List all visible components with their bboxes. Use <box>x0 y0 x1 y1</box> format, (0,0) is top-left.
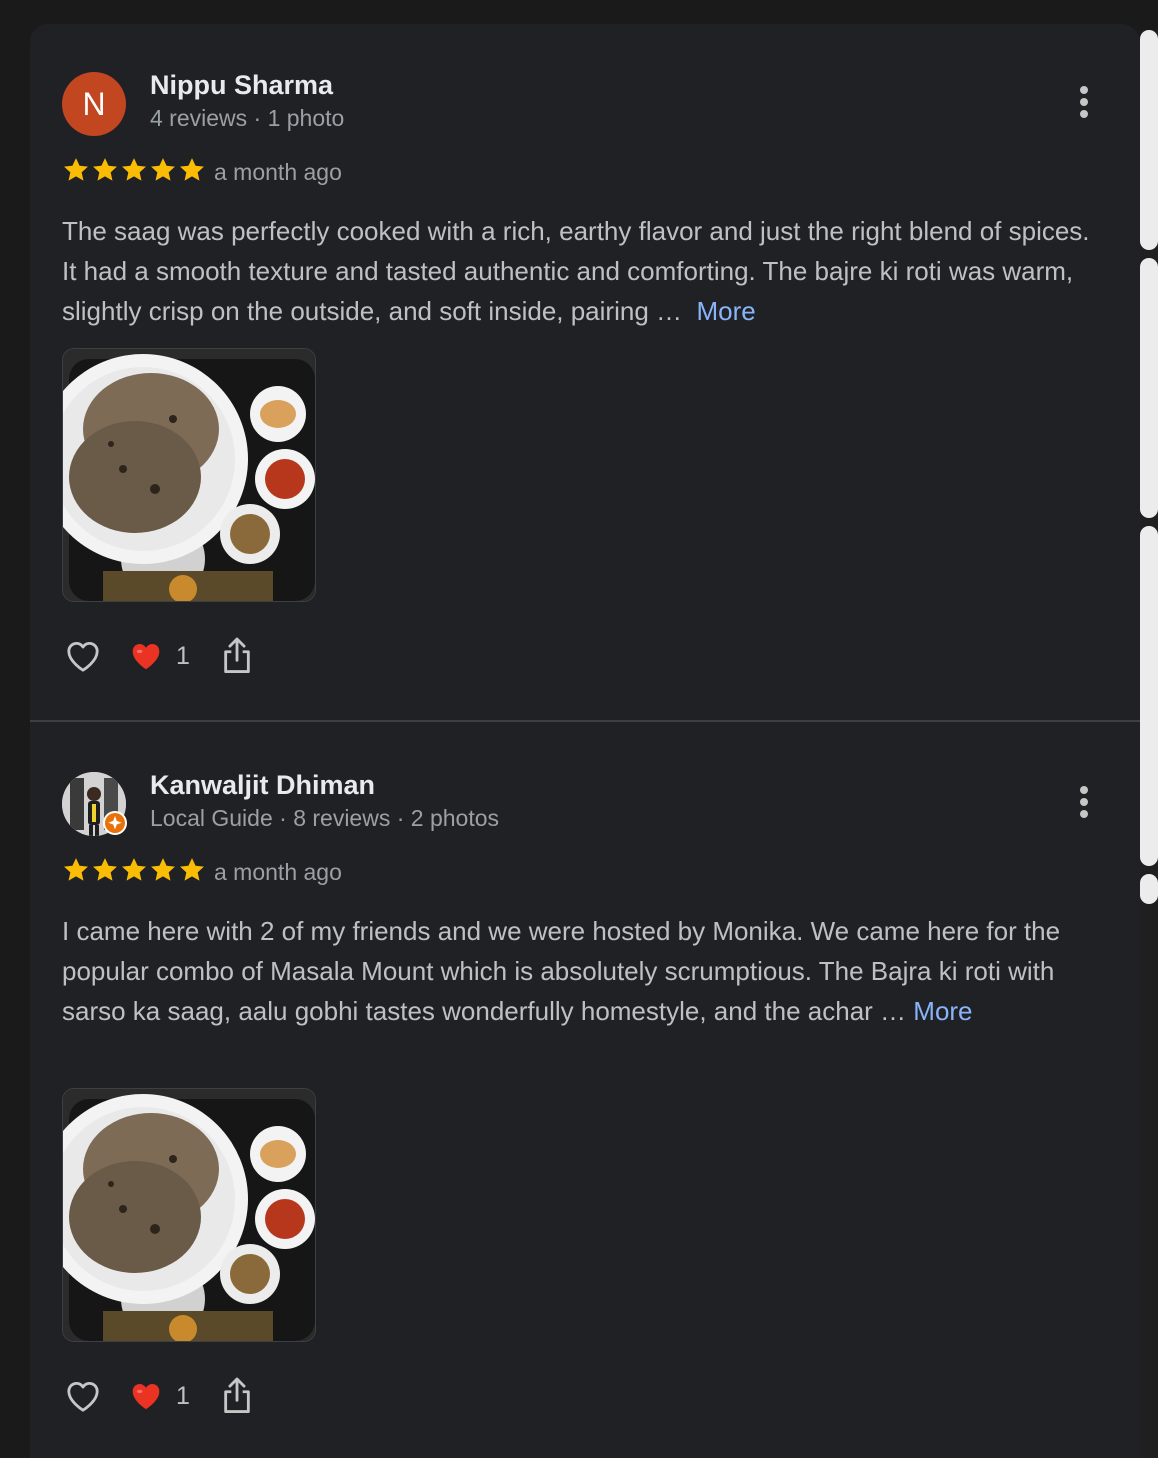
review-date: a month ago <box>214 859 342 885</box>
local-guide-star-icon <box>103 811 127 835</box>
review-actions: 1 <box>62 1374 254 1418</box>
like-button[interactable] <box>62 636 104 676</box>
red-heart-icon <box>132 1384 160 1410</box>
review-photo[interactable] <box>62 348 316 602</box>
star-rating <box>62 856 206 886</box>
more-link[interactable]: More <box>913 996 972 1026</box>
star-icon <box>151 158 175 181</box>
review-text: The saag was perfectly cooked with a ric… <box>62 211 1108 331</box>
reaction-button[interactable]: 1 <box>128 1379 190 1413</box>
scrollbar[interactable] <box>1140 30 1158 1458</box>
star-icon <box>180 858 204 881</box>
star-icon <box>122 158 146 181</box>
reviewer-name[interactable]: Kanwaljit Dhiman <box>150 770 375 801</box>
reviewer-meta: Local Guide · 8 reviews · 2 photos <box>150 805 500 831</box>
share-icon <box>224 637 250 673</box>
star-icon <box>93 858 117 881</box>
reviewer-meta: 4 reviews · 1 photo <box>150 105 345 131</box>
scrollbar-segment <box>1140 526 1158 866</box>
heart-outline-icon <box>67 1382 99 1412</box>
avatar[interactable] <box>62 772 127 836</box>
review-actions: 1 <box>62 634 254 678</box>
divider <box>30 720 1140 722</box>
scrollbar-segment <box>1140 874 1158 904</box>
more-vert-icon[interactable] <box>1068 82 1100 122</box>
review-photo[interactable] <box>62 1088 316 1342</box>
star-icon <box>64 158 88 181</box>
review-text: I came here with 2 of my friends and we … <box>62 911 1108 1031</box>
avatar[interactable]: N <box>62 72 126 136</box>
star-icon <box>151 858 175 881</box>
more-vert-icon[interactable] <box>1068 782 1100 822</box>
reaction-count: 1 <box>176 641 190 670</box>
share-button[interactable] <box>220 636 254 676</box>
review-text-body: I came here with 2 of my friends and we … <box>62 916 1061 1026</box>
star-icon <box>93 158 117 181</box>
share-icon <box>224 1377 250 1414</box>
more-link[interactable]: More <box>696 296 755 326</box>
scrollbar-segment <box>1140 30 1158 250</box>
like-button[interactable] <box>62 1376 104 1416</box>
review-text-body: The saag was perfectly cooked with a ric… <box>62 216 1090 326</box>
reaction-count: 1 <box>176 1381 190 1410</box>
star-rating <box>62 156 206 186</box>
red-heart-icon <box>132 644 160 670</box>
star-icon <box>64 858 88 881</box>
avatar-letter: N <box>82 85 106 122</box>
reaction-button[interactable]: 1 <box>128 639 190 673</box>
reviews-panel: N Nippu Sharma 4 reviews · 1 photo a mon… <box>30 24 1140 1458</box>
heart-outline-icon <box>67 642 99 672</box>
reviewer-name[interactable]: Nippu Sharma <box>150 70 333 101</box>
star-icon <box>122 858 146 881</box>
review-date: a month ago <box>214 159 342 185</box>
page-background: N Nippu Sharma 4 reviews · 1 photo a mon… <box>0 0 1158 1458</box>
star-icon <box>180 158 204 181</box>
share-button[interactable] <box>220 1376 254 1416</box>
scrollbar-segment <box>1140 258 1158 518</box>
